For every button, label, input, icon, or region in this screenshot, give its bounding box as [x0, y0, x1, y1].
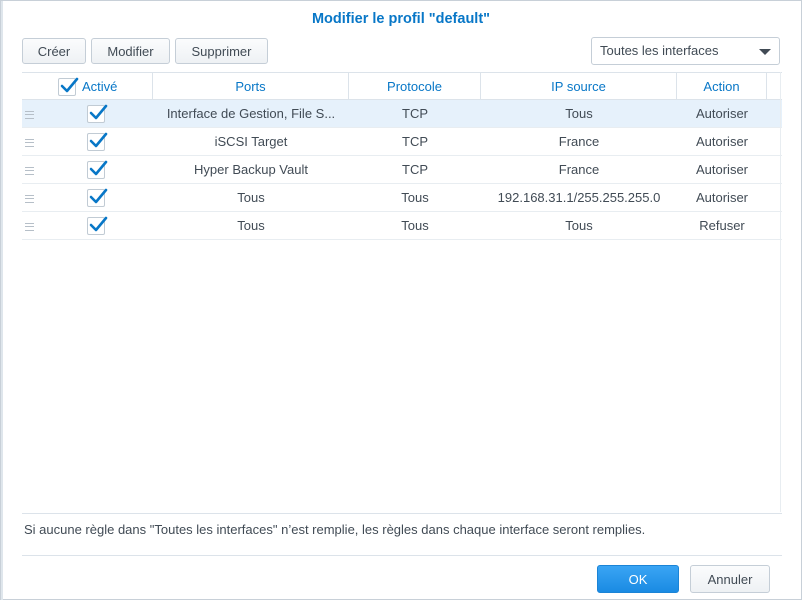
chevron-down-icon	[759, 49, 771, 55]
drag-handle-icon[interactable]	[25, 139, 34, 147]
cell-ports: Interface de Gestion, File S...	[166, 106, 336, 121]
drag-handle-icon[interactable]	[25, 223, 34, 231]
drag-handle-icon[interactable]	[25, 111, 34, 119]
cell-ports: Tous	[237, 190, 265, 205]
cell-action: Refuser	[699, 218, 745, 233]
cell-ports: Hyper Backup Vault	[194, 162, 308, 177]
dialog-title: Modifier le profil "default"	[311, 11, 491, 27]
cell-action: Autoriser	[695, 190, 749, 205]
column-header-ports[interactable]: Ports	[153, 73, 349, 100]
edit-button[interactable]: Modifier	[91, 38, 170, 64]
drag-handle-icon[interactable]	[25, 167, 34, 175]
column-header-active-label: Activé	[82, 79, 118, 94]
create-button[interactable]: Créer	[22, 38, 86, 64]
checkmark-icon	[89, 216, 108, 232]
cell-protocol: TCP	[402, 134, 428, 149]
rule-enabled-checkbox[interactable]	[87, 216, 108, 235]
interfaces-note: Si aucune règle dans "Toutes les interfa…	[22, 513, 782, 545]
cell-protocol: TCP	[402, 162, 428, 177]
cell-source-ip: Tous	[565, 106, 593, 121]
firewall-profile-dialog: Modifier le profil "default" Créer Modif…	[0, 0, 802, 600]
table-row[interactable]: iSCSI Target TCP France Autoriser	[22, 128, 782, 156]
cell-protocol: Tous	[401, 218, 429, 233]
interface-select[interactable]: Toutes les interfaces	[591, 37, 780, 65]
cell-action: Autoriser	[695, 106, 749, 121]
column-header-source-ip[interactable]: IP source	[481, 73, 677, 100]
table-header: Activé Ports Protocole IP source Action	[22, 72, 782, 100]
cell-action: Autoriser	[695, 134, 749, 149]
cell-action: Autoriser	[695, 162, 749, 177]
scroll-gutter	[780, 72, 781, 512]
rule-enabled-checkbox[interactable]	[87, 104, 108, 123]
rules-table: Activé Ports Protocole IP source Action …	[22, 72, 782, 240]
checkmark-icon	[60, 77, 79, 93]
table-row[interactable]: Hyper Backup Vault TCP France Autoriser	[22, 156, 782, 184]
table-row[interactable]: Interface de Gestion, File S... TCP Tous Au…	[22, 100, 782, 128]
cell-source-ip: France	[558, 162, 600, 177]
cancel-button[interactable]: Annuler	[690, 565, 770, 593]
select-all-checkbox[interactable]	[58, 77, 79, 96]
footer-divider	[22, 555, 782, 556]
interface-select-value: Toutes les interfaces	[600, 43, 719, 58]
table-row[interactable]: Tous Tous 192.168.31.1/255.255.255.0 Autori…	[22, 184, 782, 212]
rule-enabled-checkbox[interactable]	[87, 132, 108, 151]
cell-ports: iSCSI Target	[214, 134, 288, 149]
table-row[interactable]: Tous Tous Tous Refuser	[22, 212, 782, 240]
cell-source-ip: France	[558, 134, 600, 149]
rule-enabled-checkbox[interactable]	[87, 188, 108, 207]
column-header-protocol[interactable]: Protocole	[349, 73, 481, 100]
dialog-left-edge	[1, 1, 3, 600]
checkmark-icon	[89, 132, 108, 148]
checkmark-icon	[89, 188, 108, 204]
cell-protocol: TCP	[402, 106, 428, 121]
checkmark-icon	[89, 104, 108, 120]
cell-ports: Tous	[237, 218, 265, 233]
column-header-action[interactable]: Action	[677, 73, 767, 100]
rule-enabled-checkbox[interactable]	[87, 160, 108, 179]
drag-handle-icon[interactable]	[25, 195, 34, 203]
cell-source-ip: 192.168.31.1/255.255.255.0	[497, 190, 661, 205]
ok-button[interactable]: OK	[597, 565, 679, 593]
cell-source-ip: Tous	[565, 218, 593, 233]
delete-button[interactable]: Supprimer	[175, 38, 268, 64]
checkmark-icon	[89, 160, 108, 176]
cell-protocol: Tous	[401, 190, 429, 205]
table-body: Interface de Gestion, File S... TCP Tous Au…	[22, 100, 782, 240]
